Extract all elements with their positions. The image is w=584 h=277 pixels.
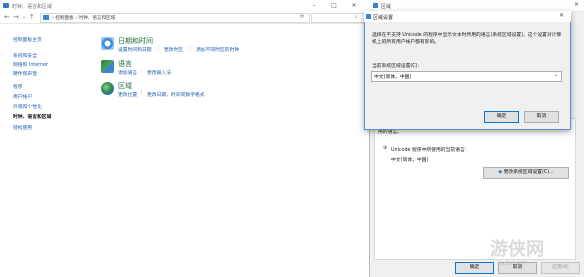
up-arrow-icon[interactable]: ↑: [29, 13, 35, 21]
change-system-locale-button[interactable]: ◆ 更改系统区域设置(C)...: [483, 167, 569, 179]
back-arrow-icon[interactable]: ←: [4, 13, 10, 21]
region-dialog-title: 区域: [381, 4, 392, 10]
language-icon: [101, 60, 114, 73]
category-title-region[interactable]: 区域: [118, 81, 132, 91]
settings-close-icon[interactable]: ✕: [559, 12, 564, 19]
link-separator: |: [141, 91, 143, 96]
control-panel-small-icon: [43, 15, 49, 20]
watermark-site: ALI213.NET: [500, 262, 526, 267]
region-close-icon[interactable]: ✕: [574, 1, 579, 8]
maximize-icon[interactable]: □: [329, 1, 339, 10]
sidebar-item-users[interactable]: 用户帐户: [13, 93, 32, 100]
link-change-formats[interactable]: 更改日期、时间或数字格式: [147, 91, 205, 98]
sidebar-item-hardware[interactable]: 硬件和声音: [13, 70, 37, 77]
globe-small-icon: ⊕: [383, 145, 388, 151]
change-system-locale-label: 更改系统区域设置(C)...: [503, 170, 554, 175]
category-title-language[interactable]: 语言: [118, 59, 132, 69]
control-panel-window: [0, 0, 368, 277]
sidebar-item-security[interactable]: 系统和安全: [13, 52, 37, 59]
region-settings-title: 区域设置: [373, 15, 394, 21]
link-separator: |: [141, 69, 143, 74]
link-separator: |: [158, 46, 160, 51]
region-dialog-icon: [373, 3, 378, 8]
link-add-clocks[interactable]: 添加不同时区的时钟: [196, 46, 239, 53]
region-admin-panel: [374, 118, 576, 260]
shield-icon: ◆: [498, 170, 503, 175]
link-separator: |: [190, 46, 192, 51]
sidebar-item-clock-language-region[interactable]: 时钟、语言和区域: [13, 113, 51, 120]
region-apply-button[interactable]: 应用(A): [541, 262, 580, 274]
sidebar-item-network[interactable]: 网络和 Internet: [13, 61, 48, 68]
window-title: 时钟、语言和区域: [12, 4, 53, 10]
category-title-date-time[interactable]: 日期和时间: [118, 36, 153, 46]
breadcrumb-item[interactable]: 控制面板: [55, 16, 73, 21]
system-locale-selected: 中文(简体，中国): [374, 75, 412, 80]
sidebar-item-ease-of-access[interactable]: 轻松使用: [13, 124, 32, 131]
chevron-down-icon[interactable]: ⌄: [554, 72, 558, 78]
breadcrumb[interactable]: › 控制面板 › 时钟、语言和区域: [52, 15, 115, 21]
settings-description: 选择在不支持 Unicode 的程序中显示文本时所用的语言(系统区域设置)。这个…: [372, 33, 562, 45]
region-ok-button[interactable]: 确定: [455, 262, 494, 274]
region-settings-titlebar: [364, 11, 571, 22]
link-change-input-method[interactable]: 更改输入法: [147, 69, 171, 76]
globe-icon: [101, 82, 114, 95]
link-set-time-date[interactable]: 设置时间和日期: [118, 46, 152, 53]
sidebar-item-programs[interactable]: 程序: [13, 83, 23, 90]
forward-arrow-icon[interactable]: →: [13, 13, 19, 21]
control-panel-icon: [3, 3, 9, 8]
clock-icon: [101, 37, 114, 50]
region-settings-icon: [366, 14, 371, 19]
settings-cancel-button[interactable]: 取消: [524, 111, 559, 123]
minimize-icon[interactable]: –: [309, 1, 319, 10]
system-locale-label: 当前系统区域设置(C):: [372, 64, 420, 69]
search-icon: ⌕: [355, 14, 358, 20]
refresh-icon[interactable]: ⟳: [300, 14, 304, 20]
watermark-logo: 游侠网: [490, 239, 544, 260]
sidebar-item-home[interactable]: 控制面板主页: [13, 36, 42, 43]
link-change-timezone[interactable]: 更改时区: [164, 46, 183, 53]
link-add-language[interactable]: 添加语言: [118, 69, 137, 76]
unicode-value: 中文(简体，中国): [391, 158, 429, 163]
settings-ok-button[interactable]: 确定: [484, 111, 519, 123]
unicode-label: Unicode 程序中所使用的当前语言:: [391, 148, 467, 153]
recent-dropdown-icon[interactable]: ⌄: [22, 13, 26, 21]
link-change-location[interactable]: 更改位置: [118, 91, 137, 98]
close-icon[interactable]: ✕: [349, 1, 359, 10]
sidebar-item-appearance[interactable]: 外观和个性化: [13, 103, 42, 110]
breadcrumb-item[interactable]: 时钟、语言和区域: [78, 16, 115, 21]
